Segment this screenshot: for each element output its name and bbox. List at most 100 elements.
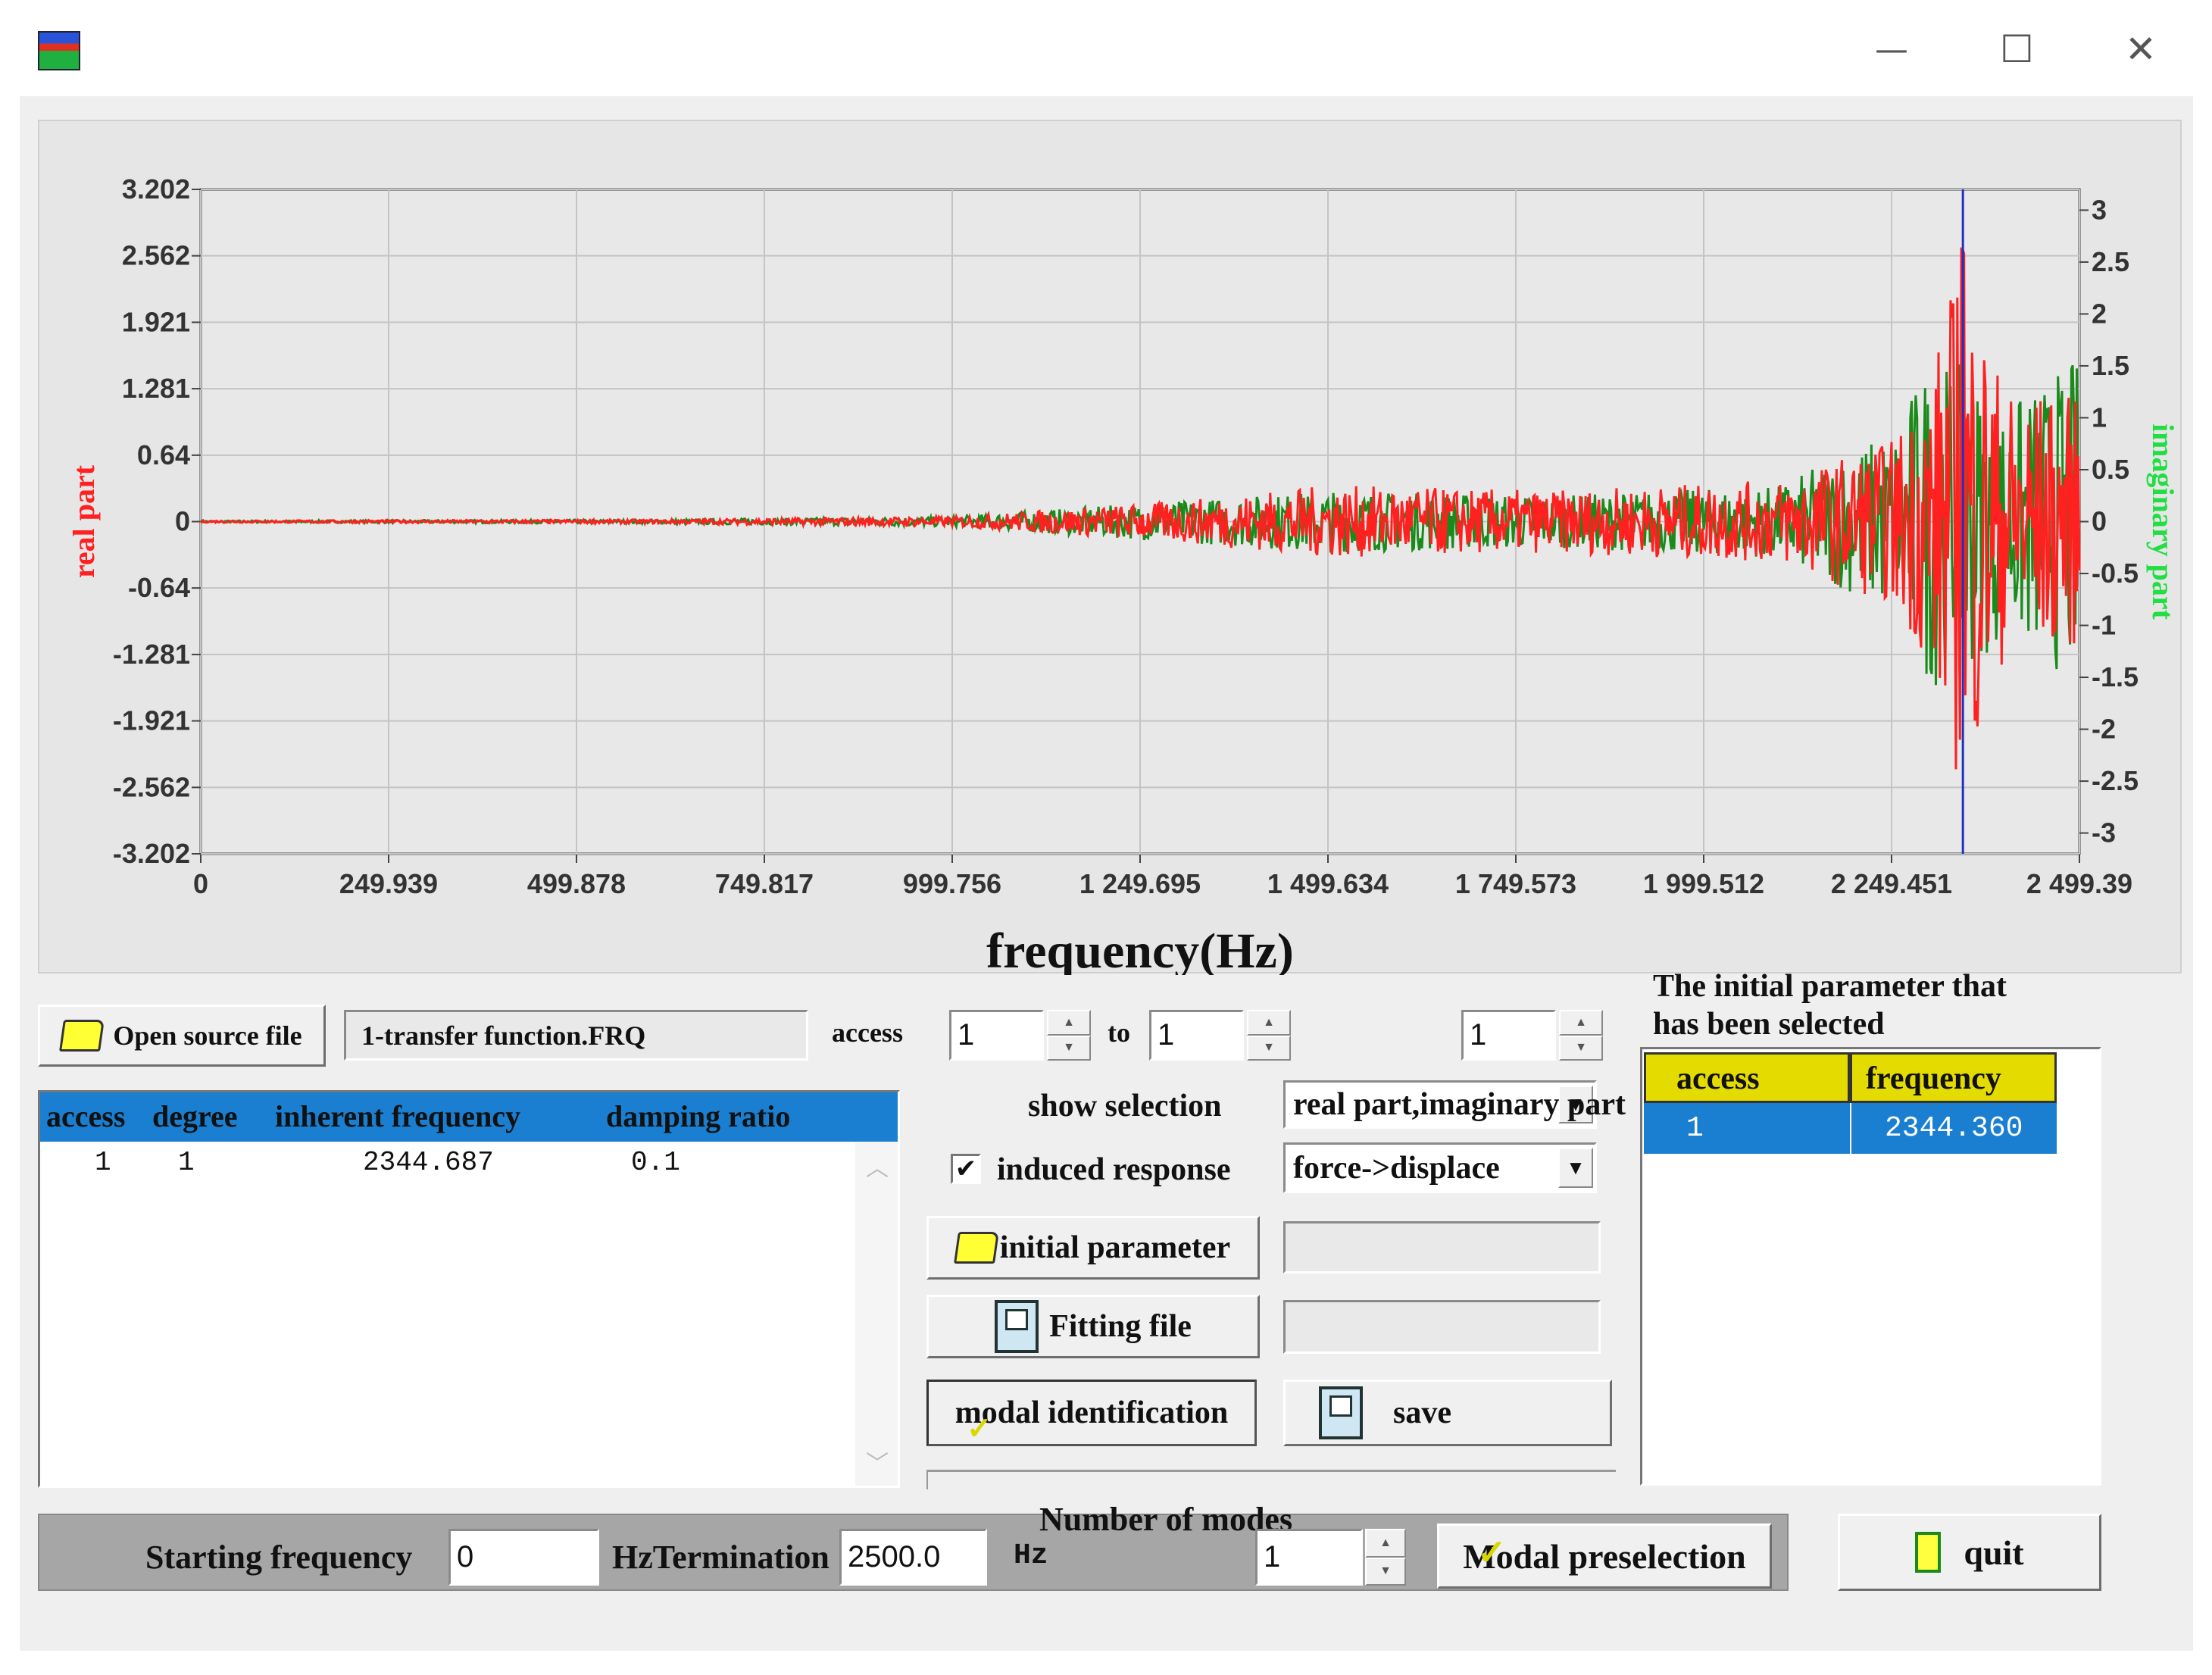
y-right-tick-label: 0: [2092, 506, 2107, 537]
chevron-down-icon[interactable]: ▼: [1558, 1148, 1593, 1188]
cell-access: 1: [1686, 1112, 1704, 1145]
access-from-spinner[interactable]: ▲ ▼: [1047, 1010, 1091, 1061]
selected-header-frequency[interactable]: frequency: [1850, 1052, 2057, 1103]
cell-degree: 1: [178, 1147, 195, 1178]
spin-up[interactable]: ▲: [1365, 1529, 1406, 1558]
y-left-tick-label: 0: [175, 506, 190, 537]
spin-down[interactable]: ▼: [1365, 1557, 1406, 1586]
cell-damping: 0.1: [631, 1147, 680, 1178]
y-right-tick-label: -3: [2092, 817, 2116, 848]
y-left-tick-label: -0.64: [128, 572, 190, 603]
table-row[interactable]: 1 1 2344.687 0.1: [40, 1147, 852, 1185]
y-right-tick-label: 1: [2092, 402, 2107, 433]
close-button[interactable]: ✕: [2125, 27, 2157, 71]
hz-label: Hz: [1014, 1539, 1048, 1572]
y-left-tick-label: -2.562: [113, 771, 190, 802]
y-right-tick-label: 1.5: [2092, 350, 2129, 381]
access-to-input[interactable]: 1: [1149, 1010, 1244, 1061]
starting-frequency-input[interactable]: 0: [448, 1529, 599, 1586]
progress-bar: [926, 1470, 1616, 1489]
exit-door-icon: [1915, 1532, 1942, 1573]
show-selection-dropdown[interactable]: real part,imaginary part ▼: [1283, 1080, 1626, 1129]
fitting-file-field: [1283, 1300, 1601, 1354]
extra-spinner[interactable]: ▲ ▼: [1559, 1010, 1603, 1061]
y-right-tick-label: 0.5: [2092, 454, 2129, 485]
initial-parameter-button[interactable]: initial parameter: [926, 1216, 1260, 1280]
modal-identification-button[interactable]: modal identification ✓: [926, 1380, 1257, 1446]
x-tick-label: 249.939: [339, 868, 438, 899]
frf-chart: 0 249.939 499.878 749.817 999.756 1 249.695 1 …: [67, 173, 2180, 975]
starting-frequency-label: Starting frequency: [145, 1539, 413, 1576]
show-selection-value: real part,imaginary part: [1293, 1087, 1626, 1122]
access-to-spinner[interactable]: ▲ ▼: [1247, 1010, 1291, 1061]
checkmark-icon: ✓: [967, 1411, 992, 1445]
maximize-button[interactable]: ☐: [2000, 27, 2034, 71]
y-left-tick-label: 2.562: [122, 240, 190, 271]
spin-down[interactable]: ▼: [1047, 1035, 1091, 1061]
y-right-tick-label: -2: [2092, 714, 2116, 745]
open-source-file-button[interactable]: Open source file: [38, 1005, 326, 1067]
cell-access: 1: [95, 1147, 111, 1178]
col-access[interactable]: access: [46, 1098, 125, 1134]
induced-response-dropdown[interactable]: force->displace ▼: [1283, 1142, 1597, 1193]
checkmark-icon: ✓: [1477, 1533, 1507, 1572]
fitting-file-button[interactable]: Fitting file: [926, 1295, 1260, 1358]
x-tick-label: 999.756: [903, 868, 1001, 899]
cell-frequency: 2344.687: [363, 1147, 494, 1178]
col-inherent-frequency[interactable]: inherent frequency: [275, 1098, 520, 1134]
save-label: save: [1393, 1395, 1451, 1430]
x-tick-label: 499.878: [527, 868, 626, 899]
scrollbar[interactable]: ︿ ﹀: [855, 1142, 898, 1486]
spin-up[interactable]: ▲: [1247, 1010, 1291, 1036]
quit-label: quit: [1964, 1533, 2024, 1572]
selected-header-access[interactable]: access: [1644, 1052, 1850, 1103]
modes-table[interactable]: access degree inherent frequency damping…: [38, 1090, 900, 1488]
x-tick-label: 0: [193, 868, 208, 899]
extra-input[interactable]: 1: [1461, 1010, 1556, 1061]
scroll-down-icon[interactable]: ﹀: [866, 1445, 889, 1478]
app-icon: [38, 31, 80, 70]
number-of-modes-input[interactable]: 1: [1255, 1529, 1363, 1586]
x-tick-label: 1 249.695: [1079, 868, 1201, 899]
x-tick-label: 749.817: [715, 868, 814, 899]
col-degree[interactable]: degree: [152, 1098, 238, 1134]
selected-table[interactable]: access frequency 1 2344.360: [1640, 1047, 2101, 1486]
column-divider: [1850, 1103, 1851, 1154]
y-left-tick-label: -1.281: [113, 639, 190, 670]
y-right-tick-label: -1.5: [2092, 661, 2139, 692]
col-damping-ratio[interactable]: damping ratio: [606, 1098, 790, 1134]
induced-response-checkbox[interactable]: ✔: [951, 1154, 981, 1184]
spin-up[interactable]: ▲: [1559, 1010, 1603, 1036]
floppy-disk-icon: [1319, 1386, 1363, 1439]
y-left-tick-label: 1.281: [122, 373, 190, 404]
initial-parameter-label: initial parameter: [999, 1230, 1231, 1265]
table-row[interactable]: 1 2344.360: [1644, 1103, 2057, 1154]
y-right-tick-label: -1: [2092, 610, 2116, 641]
y-left-tick-label: -1.921: [113, 705, 190, 736]
folder-icon: [953, 1232, 999, 1264]
number-of-modes-spinner[interactable]: ▲ ▼: [1365, 1529, 1406, 1586]
y-left-tick-label: -3.202: [113, 838, 190, 869]
spin-down[interactable]: ▼: [1559, 1035, 1603, 1061]
scroll-up-icon[interactable]: ︿: [866, 1149, 889, 1183]
minimize-button[interactable]: —: [1875, 30, 1908, 69]
save-button[interactable]: save: [1283, 1380, 1612, 1446]
cell-frequency: 2344.360: [1885, 1112, 2023, 1145]
x-tick-label: 2 249.451: [1831, 868, 1952, 899]
initial-parameter-field: [1283, 1221, 1601, 1273]
x-axis-label: frequency(Hz): [986, 923, 1294, 975]
y-left-tick-label: 3.202: [122, 173, 190, 205]
open-source-file-label: Open source file: [113, 1020, 302, 1051]
termination-input[interactable]: 2500.0: [839, 1529, 987, 1586]
x-tick-label: 1 499.634: [1267, 868, 1389, 899]
y-left-tick-label: 0.64: [137, 439, 190, 470]
source-file-field: 1-transfer function.FRQ: [344, 1010, 808, 1061]
quit-button[interactable]: quit: [1838, 1514, 2101, 1591]
selected-title-line2: has been selected: [1653, 1007, 1885, 1042]
y-left-tick-label: 1.921: [122, 306, 190, 337]
access-from-input[interactable]: 1: [949, 1010, 1044, 1061]
spin-down[interactable]: ▼: [1247, 1035, 1291, 1061]
spin-up[interactable]: ▲: [1047, 1010, 1091, 1036]
number-of-modes-label: Number of modes: [1039, 1501, 1293, 1538]
modal-preselection-button[interactable]: Modal preselection ✓: [1437, 1523, 1772, 1589]
